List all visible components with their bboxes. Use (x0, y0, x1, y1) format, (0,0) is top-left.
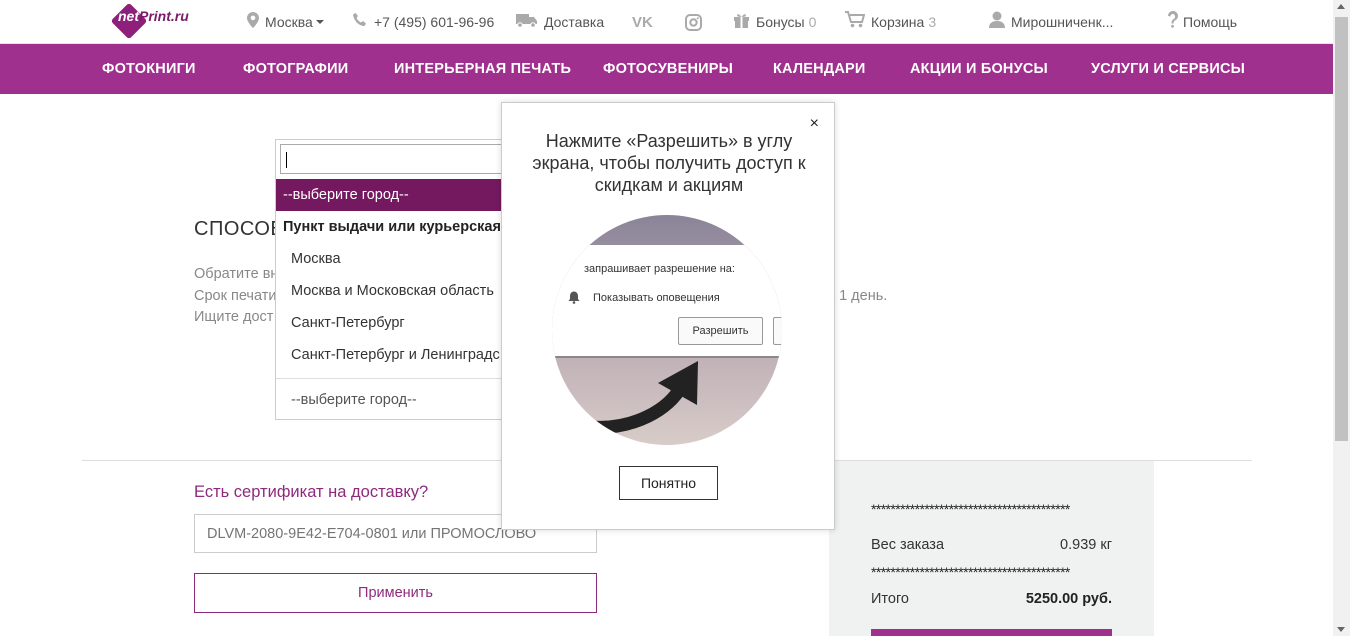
map-pin-icon (247, 11, 259, 33)
city-option-spb[interactable]: Санкт-Петербург (276, 307, 514, 339)
weight-label: Вес заказа (871, 537, 945, 553)
close-icon[interactable]: × (810, 115, 819, 133)
city-search-input[interactable] (280, 144, 514, 174)
bonuses-count: 0 (808, 14, 817, 30)
delivery-link[interactable]: Доставка (516, 0, 604, 44)
user-name: Мирошниченк... (1011, 14, 1114, 30)
phone-number: +7 (495) 601-96-96 (374, 14, 495, 30)
weight-value: 0.939 кг (1060, 537, 1112, 553)
order-summary: ****************************************… (829, 461, 1154, 636)
permission-illustration: запрашивает разрешение на: Показывать оп… (552, 215, 782, 445)
note-line-3: Ищите дост (194, 309, 274, 325)
truck-icon (516, 12, 538, 33)
city-dropdown: --выберите город-- Пункт выдачи или курь… (275, 139, 515, 420)
cart-link[interactable]: Корзина 3 (845, 0, 936, 44)
nav-photo-souvenirs[interactable]: ФОТОСУВЕНИРЫ (603, 44, 733, 94)
nav-photobooks[interactable]: ФОТОКНИГИ (102, 44, 196, 94)
dropdown-separator (276, 378, 514, 379)
notification-popup: × Нажмите «Разрешить» в углу экрана, что… (501, 102, 835, 530)
cart-count: 3 (928, 14, 937, 30)
scroll-thumb[interactable] (1335, 17, 1348, 441)
popup-message: Нажмите «Разрешить» в углу экрана, чтобы… (532, 131, 806, 195)
scroll-down-icon[interactable] (1337, 627, 1345, 632)
city-selector[interactable]: Москва (247, 0, 324, 44)
logo[interactable]: netPrint.ru (110, 2, 189, 40)
total-label: Итого (871, 591, 909, 607)
note-line-2-tail: а 1 день. (827, 288, 888, 304)
top-bar: netPrint.ru Москва +7 (495) 601-96-96 До… (0, 0, 1333, 44)
scroll-up-icon[interactable] (1337, 4, 1345, 9)
certificate-title: Есть сертификат на доставку? (194, 483, 429, 501)
phone-link[interactable]: +7 (495) 601-96-96 (352, 0, 494, 44)
total-row: Итого 5250.00 руб. (871, 591, 1112, 607)
cart-label: Корзина (871, 14, 925, 30)
city-label: Москва (265, 14, 313, 30)
note-line-1: Обратите вн (194, 266, 279, 282)
city-option-moscow[interactable]: Москва (276, 243, 514, 275)
vk-icon[interactable]: VK (632, 0, 653, 44)
phone-icon (352, 12, 368, 33)
page-scrollbar[interactable] (1333, 0, 1350, 636)
arrow-icon (585, 361, 698, 434)
city-option-moscow-region[interactable]: Москва и Московская область (276, 275, 514, 307)
user-menu[interactable]: Мирошниченк... (989, 0, 1113, 44)
gift-icon (733, 12, 750, 33)
city-option-spb-region[interactable]: Санкт-Петербург и Ленинградс (276, 339, 514, 371)
instagram-icon[interactable] (685, 0, 702, 44)
checkout-button[interactable] (871, 629, 1112, 636)
help-label: Помощь (1183, 14, 1238, 30)
nav-promotions[interactable]: АКЦИИ И БОНУСЫ (910, 44, 1048, 94)
nav-photos[interactable]: ФОТОГРАФИИ (243, 44, 348, 94)
delivery-label: Доставка (544, 14, 605, 30)
apply-button[interactable]: Применить (194, 573, 597, 613)
nav-calendars[interactable]: КАЛЕНДАРИ (773, 44, 866, 94)
help-link[interactable]: Помощь (1167, 0, 1237, 44)
nav-services[interactable]: УСЛУГИ И СЕРВИСЫ (1091, 44, 1245, 94)
weight-row: Вес заказа 0.939 кг (871, 537, 1112, 553)
main-nav: ФОТОКНИГИ ФОТОГРАФИИ ИНТЕРЬЕРНАЯ ПЕЧАТЬ … (0, 44, 1333, 94)
city-select-current[interactable]: --выберите город-- (276, 384, 514, 416)
note-line-2: Срок печати (194, 288, 277, 304)
summary-separator-2: ****************************************… (871, 564, 1070, 580)
summary-separator-1: ****************************************… (871, 501, 1070, 517)
text-cursor (286, 152, 287, 168)
bonuses-label: Бонусы (756, 14, 805, 30)
understood-button[interactable]: Понятно (619, 466, 718, 500)
total-value: 5250.00 руб. (1025, 591, 1112, 607)
nav-interior-print[interactable]: ИНТЕРЬЕРНАЯ ПЕЧАТЬ (394, 44, 571, 94)
city-option-placeholder-highlighted[interactable]: --выберите город-- (276, 179, 514, 211)
cart-icon (845, 11, 866, 33)
delivery-method-heading: СПОСОБ (194, 218, 285, 240)
bonuses-link[interactable]: Бонусы 0 (733, 0, 816, 44)
logo-text: netPrint.ru (118, 8, 189, 24)
question-icon (1167, 10, 1179, 33)
city-option-group: Пункт выдачи или курьерская (283, 219, 501, 235)
chevron-down-icon (315, 20, 324, 24)
user-icon (989, 11, 1005, 33)
